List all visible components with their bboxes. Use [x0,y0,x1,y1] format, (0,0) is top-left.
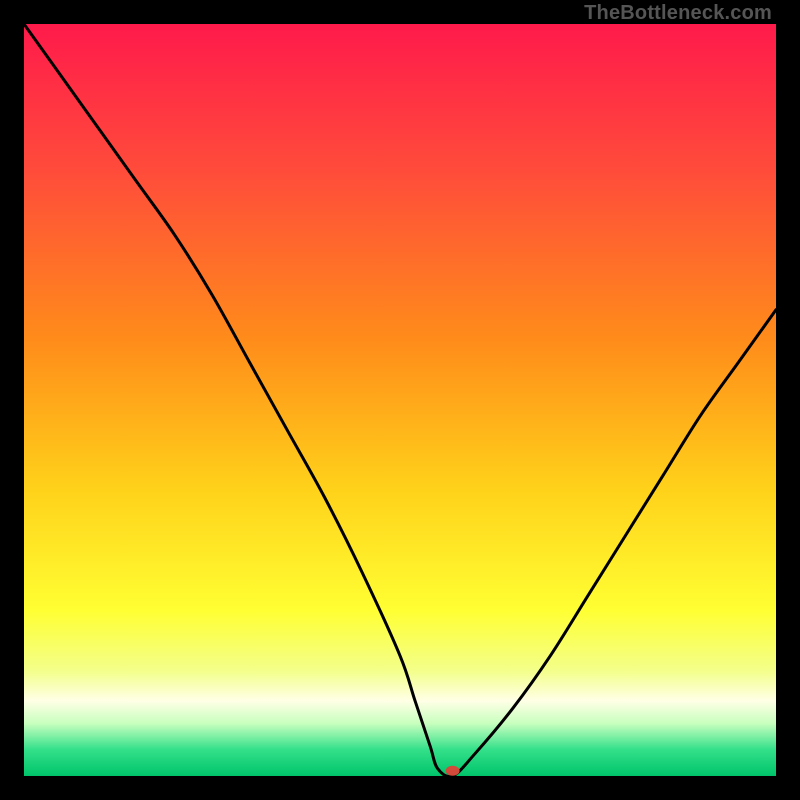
chart-frame [24,24,776,776]
gradient-background [24,24,776,776]
optimal-point-marker [446,766,460,776]
watermark-text: TheBottleneck.com [584,2,772,25]
bottleneck-chart [24,24,776,776]
